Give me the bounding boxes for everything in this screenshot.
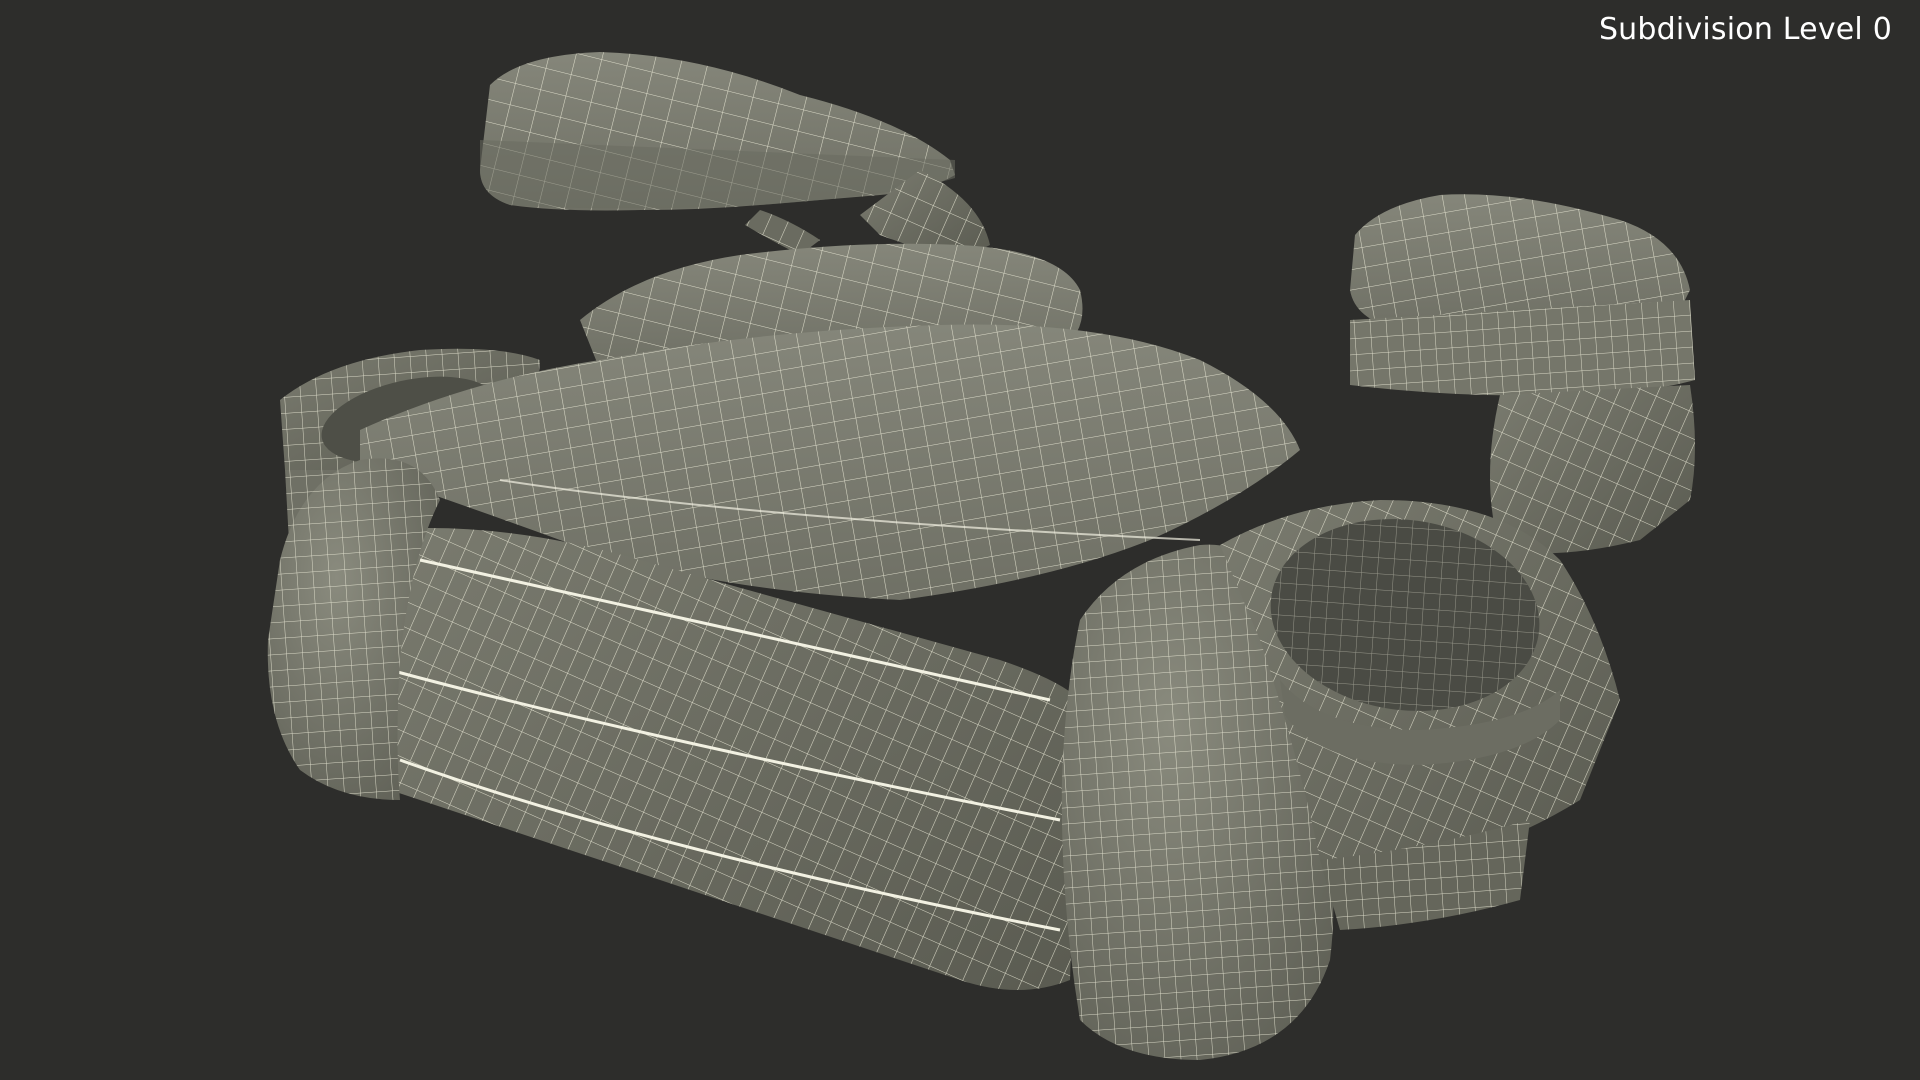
3d-viewport[interactable]: Subdivision Level 0: [0, 0, 1920, 1080]
booster-seat-wireframe-model: [267, 52, 1695, 1060]
right-armrest: [1350, 194, 1695, 554]
left-armrest: [480, 52, 990, 260]
subdivision-level-label: Subdivision Level 0: [1598, 12, 1892, 47]
